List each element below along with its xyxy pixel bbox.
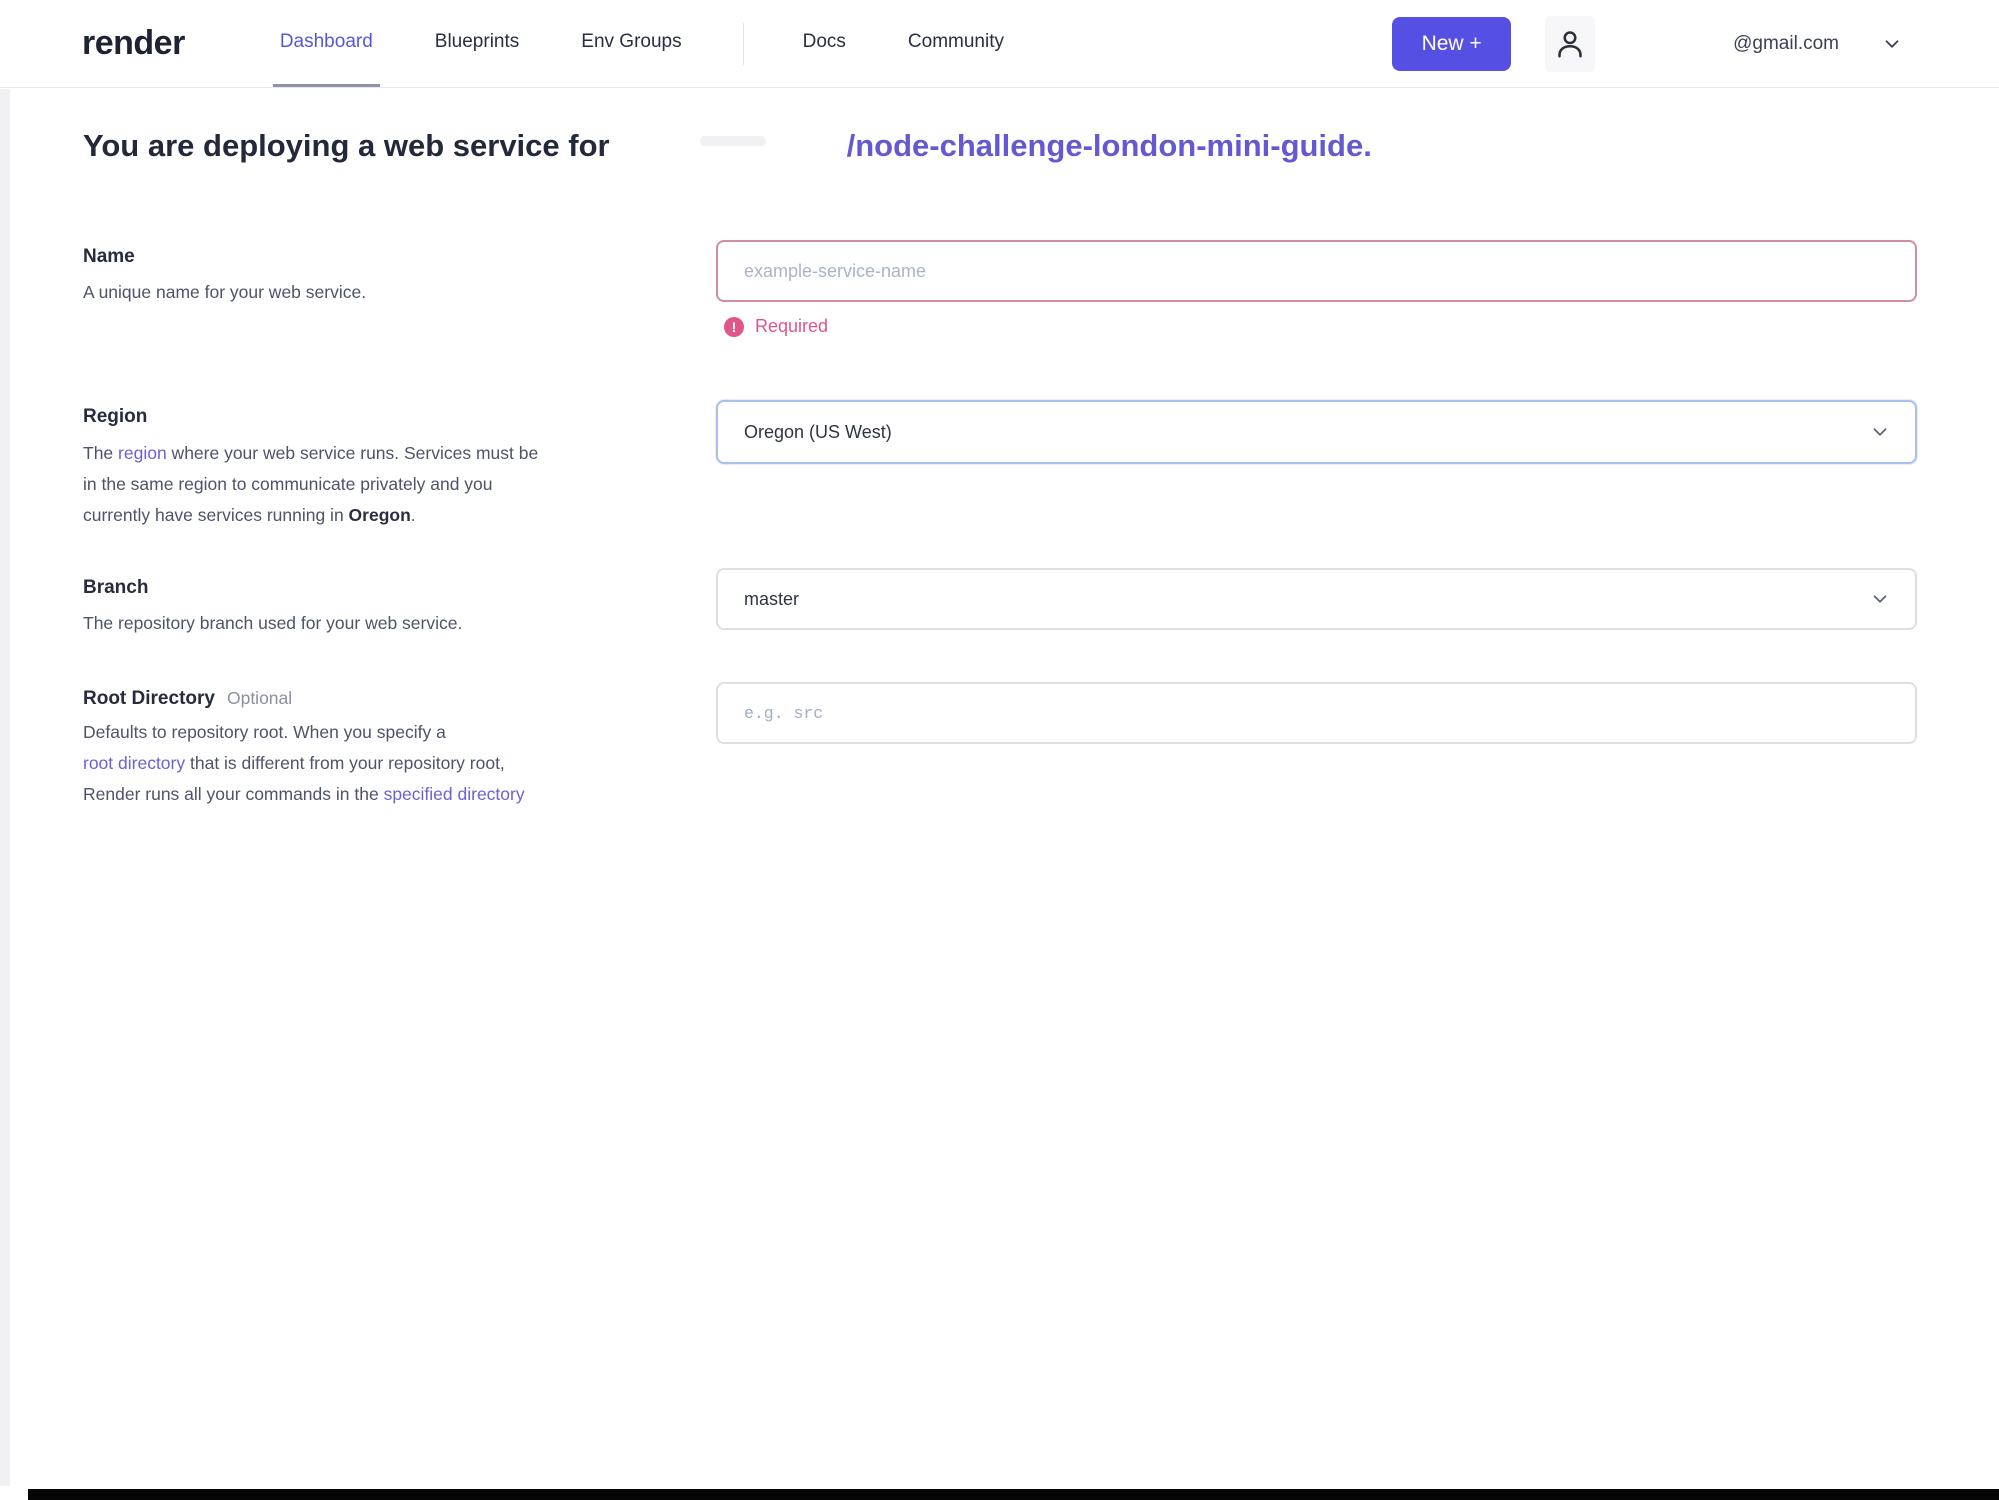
error-exclamation-icon: !	[724, 316, 744, 337]
chevron-down-icon	[1881, 33, 1903, 55]
name-field-label: Name	[83, 246, 135, 267]
top-nav: render Dashboard Blueprints Env Groups D…	[0, 0, 1999, 88]
new-button[interactable]: New +	[1392, 16, 1512, 71]
region-inline-link[interactable]: region	[118, 443, 167, 463]
nav-link-blueprints[interactable]: Blueprints	[428, 0, 527, 87]
specified-directory-inline-link[interactable]: specified directory	[384, 784, 525, 804]
nav-link-dashboard[interactable]: Dashboard	[272, 0, 380, 87]
taskbar-edge	[28, 1489, 1999, 1500]
chevron-down-icon	[1869, 588, 1891, 610]
nav-link-docs[interactable]: Docs	[796, 0, 853, 87]
render-logo[interactable]: render	[82, 24, 185, 63]
region-desc-text: in the same region to communicate privat…	[83, 474, 493, 494]
window-left-edge	[0, 89, 10, 1486]
branch-field-description: The repository branch used for your web …	[83, 613, 463, 633]
user-icon	[1553, 27, 1587, 61]
region-select-value: Oregon (US West)	[744, 421, 892, 442]
account-menu-chevron[interactable]	[1881, 33, 1903, 55]
root-desc-text: that is different from your repository r…	[185, 753, 505, 773]
nav-divider	[742, 22, 744, 65]
branch-select-value: master	[744, 588, 800, 609]
name-error-text: Required	[755, 316, 829, 336]
name-field-description: A unique name for your web service.	[83, 282, 367, 302]
service-name-input[interactable]	[716, 240, 1917, 302]
root-directory-input[interactable]	[716, 682, 1917, 744]
root-desc-text: Defaults to repository root. When you sp…	[83, 722, 446, 742]
chevron-down-icon	[1869, 421, 1891, 443]
nav-link-community[interactable]: Community	[901, 0, 1011, 87]
region-select[interactable]: Oregon (US West)	[716, 400, 1917, 464]
optional-tag: Optional	[226, 688, 293, 708]
branch-select[interactable]: master	[716, 568, 1917, 630]
repo-name-link[interactable]: /node-challenge-london-mini-guide.	[847, 128, 1372, 164]
user-account-button[interactable]	[1545, 15, 1596, 72]
page-title-prefix: You are deploying a web service for	[83, 128, 610, 163]
region-desc-text: .	[410, 505, 416, 525]
region-desc-text: where your web service runs. Services mu…	[166, 443, 539, 463]
deploy-web-service-page: render Dashboard Blueprints Env Groups D…	[0, 0, 1999, 1500]
region-field-description: The region where your web service runs. …	[83, 438, 683, 531]
region-desc-oregon: Oregon	[348, 505, 411, 525]
name-required-error: ! Required	[724, 316, 828, 337]
region-desc-text: The	[83, 443, 119, 463]
region-field-label: Region	[83, 406, 148, 427]
nav-link-env-groups[interactable]: Env Groups	[574, 0, 688, 87]
account-email[interactable]: @gmail.com	[1733, 33, 1839, 55]
root-directory-description: Defaults to repository root. When you sp…	[83, 717, 683, 810]
nav-right: New + @gmail.com	[1392, 15, 1903, 72]
branch-field-label: Branch	[83, 577, 149, 598]
root-desc-text: Render runs all your commands in the	[83, 784, 384, 804]
region-desc-text: currently have services running in	[83, 505, 349, 525]
page-title: You are deploying a web service for /nod…	[83, 128, 1372, 164]
redacted-account-name	[610, 136, 847, 156]
root-directory-field-label: Root Directory Optional	[83, 688, 292, 710]
nav-links: Dashboard Blueprints Env Groups Docs Com…	[272, 0, 1059, 87]
root-directory-label-text: Root Directory	[83, 688, 215, 709]
root-directory-inline-link[interactable]: root directory	[83, 753, 185, 773]
